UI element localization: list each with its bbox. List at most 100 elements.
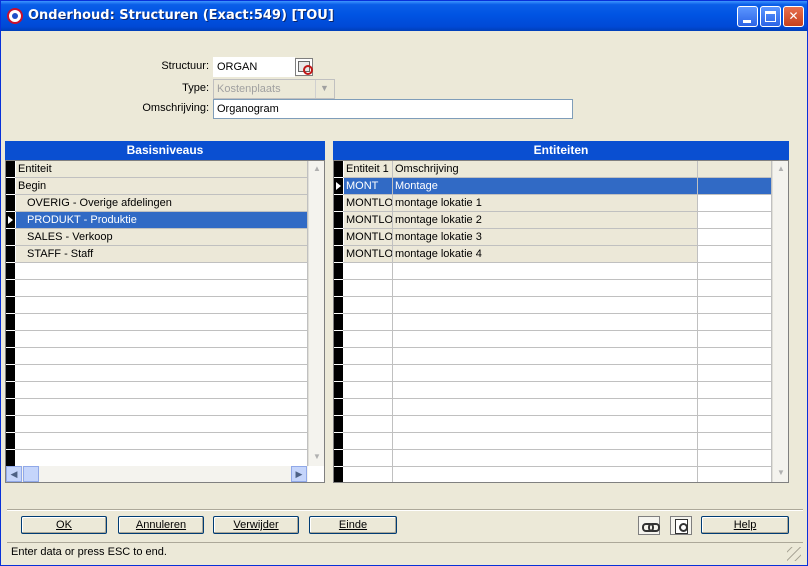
- extra-cell[interactable]: [698, 178, 772, 194]
- entiteit-cell[interactable]: [16, 433, 308, 449]
- table-row[interactable]: [6, 331, 308, 348]
- entiteit-cell[interactable]: [16, 297, 308, 313]
- extra-cell[interactable]: [698, 348, 772, 364]
- lookup-icon[interactable]: [295, 58, 313, 76]
- omschrijving-cell[interactable]: [393, 467, 698, 482]
- table-row[interactable]: [6, 365, 308, 382]
- entiteit-cell[interactable]: [16, 399, 308, 415]
- omschrijving-cell[interactable]: montage lokatie 3: [393, 229, 698, 245]
- entiteit-1-cell[interactable]: MONTLO: [344, 229, 393, 245]
- resize-grip-icon[interactable]: [787, 547, 801, 561]
- entiteit-1-cell[interactable]: [344, 382, 393, 398]
- table-row[interactable]: [334, 416, 772, 433]
- table-row[interactable]: MONTLO montage lokatie 2: [334, 212, 772, 229]
- entiteit-cell[interactable]: [16, 348, 308, 364]
- scroll-up-icon[interactable]: ▲: [309, 161, 324, 177]
- table-row[interactable]: [334, 280, 772, 297]
- omschrijving-cell[interactable]: [393, 263, 698, 279]
- entiteit-1-cell[interactable]: [344, 263, 393, 279]
- help-button[interactable]: Help: [701, 516, 789, 534]
- horizontal-scrollbar[interactable]: ◀ ▶: [6, 466, 308, 482]
- table-row[interactable]: MONT Montage: [334, 178, 772, 195]
- print-preview-icon[interactable]: [670, 516, 692, 535]
- close-button[interactable]: ✕: [783, 6, 804, 27]
- scroll-up-icon[interactable]: ▲: [773, 161, 788, 177]
- entiteit-1-cell[interactable]: MONTLO: [344, 246, 393, 262]
- table-row[interactable]: [334, 399, 772, 416]
- table-row[interactable]: [6, 297, 308, 314]
- table-row[interactable]: [6, 263, 308, 280]
- column-header-extra[interactable]: [698, 161, 772, 177]
- extra-cell[interactable]: [698, 331, 772, 347]
- entiteit-1-cell[interactable]: [344, 365, 393, 381]
- extra-cell[interactable]: [698, 229, 772, 245]
- omschrijving-cell[interactable]: [393, 433, 698, 449]
- extra-cell[interactable]: [698, 399, 772, 415]
- column-header-entiteit[interactable]: Entiteit: [16, 161, 308, 177]
- entiteit-cell[interactable]: OVERIG - Overige afdelingen: [16, 195, 308, 211]
- omschrijving-cell[interactable]: montage lokatie 2: [393, 212, 698, 228]
- table-row[interactable]: PRODUKT - Produktie: [6, 212, 308, 229]
- entiteit-1-cell[interactable]: [344, 314, 393, 330]
- extra-cell[interactable]: [698, 280, 772, 296]
- verwijder-button[interactable]: Verwijder: [213, 516, 299, 534]
- omschrijving-cell[interactable]: [393, 331, 698, 347]
- table-row[interactable]: [6, 280, 308, 297]
- extra-cell[interactable]: [698, 467, 772, 482]
- omschrijving-cell[interactable]: [393, 382, 698, 398]
- extra-cell[interactable]: [698, 365, 772, 381]
- entiteit-1-cell[interactable]: [344, 297, 393, 313]
- entiteit-1-cell[interactable]: [344, 331, 393, 347]
- entiteit-1-cell[interactable]: [344, 450, 393, 466]
- extra-cell[interactable]: [698, 416, 772, 432]
- scroll-down-icon[interactable]: ▼: [773, 465, 788, 481]
- structuur-field[interactable]: ORGAN: [213, 57, 295, 77]
- table-row[interactable]: [334, 433, 772, 450]
- table-row[interactable]: [334, 450, 772, 467]
- entiteit-cell[interactable]: [16, 263, 308, 279]
- table-row[interactable]: [334, 467, 772, 482]
- basisniveaus-grid[interactable]: Entiteit Begin OVERIG - Overige afdelinge…: [5, 160, 325, 483]
- entiteit-1-cell[interactable]: MONTLO: [344, 195, 393, 211]
- table-row[interactable]: [6, 399, 308, 416]
- entiteit-1-cell[interactable]: [344, 280, 393, 296]
- entiteit-cell[interactable]: [16, 314, 308, 330]
- entiteiten-grid[interactable]: Entiteit 1 Omschrijving MONT Montage MONTL…: [333, 160, 789, 483]
- table-row[interactable]: [6, 382, 308, 399]
- entiteit-1-cell[interactable]: [344, 467, 393, 482]
- table-row[interactable]: [6, 450, 308, 467]
- annuleren-button[interactable]: Annuleren: [118, 516, 204, 534]
- table-row[interactable]: STAFF - Staff: [6, 246, 308, 263]
- entiteit-cell[interactable]: [16, 331, 308, 347]
- ok-button[interactable]: OK: [21, 516, 107, 534]
- omschrijving-cell[interactable]: [393, 416, 698, 432]
- table-row[interactable]: [334, 348, 772, 365]
- omschrijving-field[interactable]: Organogram: [213, 99, 573, 119]
- table-row[interactable]: [6, 416, 308, 433]
- entiteit-cell[interactable]: [16, 450, 308, 466]
- vertical-scrollbar[interactable]: ▲ ▼: [772, 161, 788, 482]
- link-icon[interactable]: [638, 516, 660, 535]
- entiteit-1-cell[interactable]: [344, 416, 393, 432]
- omschrijving-cell[interactable]: Montage: [393, 178, 698, 194]
- entiteit-1-cell[interactable]: MONT: [344, 178, 393, 194]
- entiteit-1-cell[interactable]: [344, 399, 393, 415]
- vertical-scrollbar[interactable]: ▲ ▼: [308, 161, 324, 466]
- entiteit-cell[interactable]: SALES - Verkoop: [16, 229, 308, 245]
- table-row[interactable]: [334, 365, 772, 382]
- scroll-thumb[interactable]: [23, 466, 39, 482]
- extra-cell[interactable]: [698, 382, 772, 398]
- title-bar[interactable]: Onderhoud: Structuren (Exact:549) [TOU] …: [1, 1, 807, 31]
- omschrijving-cell[interactable]: montage lokatie 1: [393, 195, 698, 211]
- minimize-button[interactable]: [737, 6, 758, 27]
- table-row[interactable]: [6, 433, 308, 450]
- table-row[interactable]: MONTLO montage lokatie 4: [334, 246, 772, 263]
- omschrijving-cell[interactable]: montage lokatie 4: [393, 246, 698, 262]
- extra-cell[interactable]: [698, 314, 772, 330]
- extra-cell[interactable]: [698, 263, 772, 279]
- table-row[interactable]: MONTLO montage lokatie 1: [334, 195, 772, 212]
- table-row[interactable]: [6, 314, 308, 331]
- table-row[interactable]: [334, 297, 772, 314]
- entiteit-cell[interactable]: PRODUKT - Produktie: [16, 212, 308, 228]
- extra-cell[interactable]: [698, 433, 772, 449]
